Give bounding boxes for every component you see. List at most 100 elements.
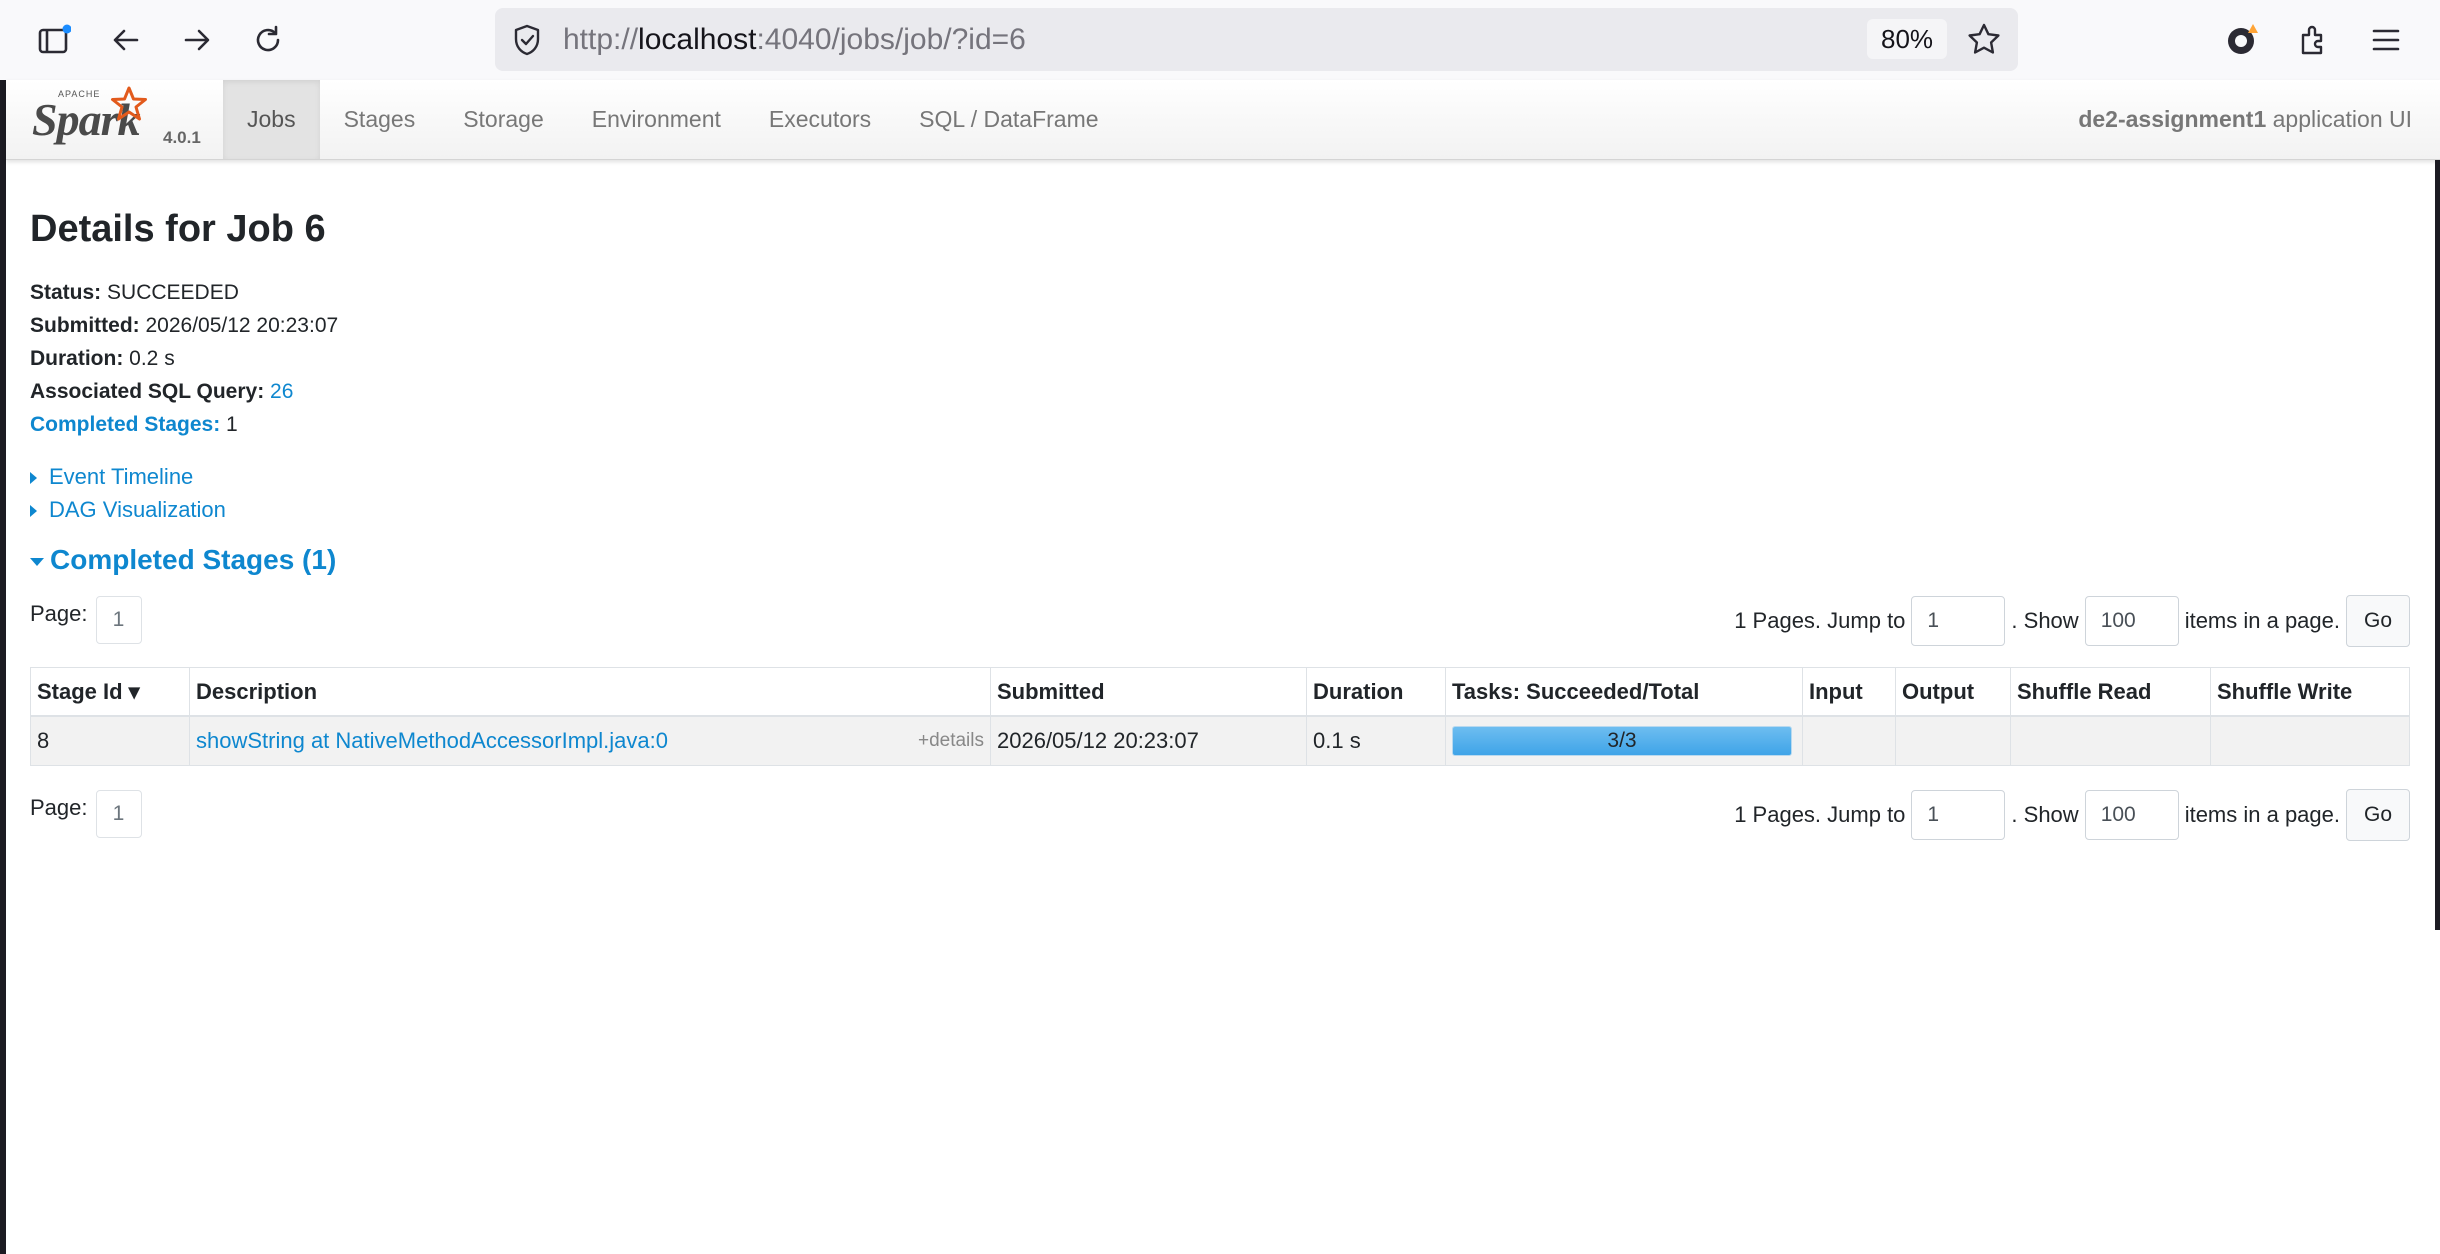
show-text: . Show [2011, 802, 2079, 827]
duration-label: Duration: [30, 347, 124, 370]
completed-stages-table: Stage Id ▾ Description Submitted Duratio… [30, 667, 2410, 766]
page-label: Page: [30, 795, 88, 820]
completed-stages-row: Completed Stages: 1 [30, 408, 338, 441]
duration-value: 0.2 s [129, 347, 175, 370]
sql-query-row: Associated SQL Query: 26 [30, 375, 338, 408]
show-text: . Show [2011, 608, 2079, 633]
sql-query-link[interactable]: 26 [270, 380, 293, 403]
url-path: :4040/jobs/job/?id=6 [756, 23, 1026, 56]
pages-jump-text: 1 Pages. Jump to [1734, 802, 1906, 827]
column-header-shuffle-read[interactable]: Shuffle Read [2010, 667, 2211, 717]
tab-environment[interactable]: Environment [568, 80, 745, 159]
browser-toolbar: http://localhost:4040/jobs/job/?id=6 80% [0, 0, 2440, 80]
url-host: localhost [638, 23, 757, 56]
page-number-button[interactable]: 1 [95, 790, 142, 838]
page-size-form-top: 1 Pages. Jump to 1 . Show 100 items in a… [1734, 595, 2410, 647]
bookmark-star-icon[interactable] [1965, 21, 2003, 59]
page-label: Page: [30, 601, 88, 626]
jump-to-page-input[interactable]: 1 [1911, 790, 2006, 840]
application-suffix: application UI [2272, 106, 2412, 132]
tab-executors[interactable]: Executors [745, 80, 895, 159]
url-text[interactable]: http://localhost:4040/jobs/job/?id=6 [563, 23, 1026, 57]
submitted-row: Submitted: 2026/05/12 20:23:07 [30, 309, 338, 342]
completed-stages-title: Completed Stages (1) [50, 544, 337, 575]
items-in-page-text: items in a page. [2184, 608, 2340, 633]
account-icon[interactable] [2216, 14, 2268, 66]
tasks-cell: 3/3 [1445, 715, 1803, 766]
completed-stages-header[interactable]: Completed Stages (1) [30, 544, 336, 576]
dag-visualization-label: DAG Visualization [49, 497, 226, 522]
page-scrollbar[interactable] [2435, 160, 2440, 930]
description-cell: showString at NativeMethodAccessorImpl.j… [189, 715, 991, 766]
expand-arrow-icon [30, 505, 37, 518]
submitted-label: Submitted: [30, 314, 140, 337]
sidebar-toggle-icon[interactable] [28, 14, 80, 66]
details-toggle[interactable]: +details [918, 730, 984, 752]
submitted-cell: 2026/05/12 20:23:07 [990, 715, 1307, 766]
stage-id-cell: 8 [30, 715, 190, 766]
column-header-description[interactable]: Description [189, 667, 991, 717]
zoom-level-badge[interactable]: 80% [1867, 19, 1948, 59]
collapse-arrow-icon [30, 557, 44, 566]
tasks-progress-text: 3/3 [1607, 729, 1637, 752]
column-header-tasks[interactable]: Tasks: Succeeded/Total [1445, 667, 1803, 717]
reload-icon[interactable] [242, 14, 294, 66]
duration-row: Duration: 0.2 s [30, 342, 338, 375]
page-size-input[interactable]: 100 [2084, 596, 2179, 646]
column-header-shuffle-write[interactable]: Shuffle Write [2210, 667, 2410, 717]
page-number-button[interactable]: 1 [95, 596, 142, 644]
submitted-value: 2026/05/12 20:23:07 [145, 314, 339, 337]
sql-query-label: Associated SQL Query: [30, 380, 265, 403]
event-timeline-label: Event Timeline [49, 464, 194, 489]
shuffle-write-cell [2210, 715, 2410, 766]
column-header-input[interactable]: Input [1802, 667, 1896, 717]
forward-arrow-icon[interactable] [171, 14, 223, 66]
extensions-icon[interactable] [2288, 14, 2340, 66]
table-row: 8 showString at NativeMethodAccessorImpl… [30, 715, 2410, 766]
url-scheme: http:// [563, 23, 639, 56]
column-header-submitted[interactable]: Submitted [990, 667, 1307, 717]
dag-visualization-toggle[interactable]: DAG Visualization [30, 497, 226, 523]
tab-sql-dataframe[interactable]: SQL / DataFrame [895, 80, 1122, 159]
event-timeline-toggle[interactable]: Event Timeline [30, 464, 193, 490]
job-summary: Status: SUCCEEDED Submitted: 2026/05/12 … [30, 276, 338, 441]
nav-tabs: Jobs Stages Storage Environment Executor… [223, 80, 1123, 159]
spark-version: 4.0.1 [163, 128, 201, 147]
go-button[interactable]: Go [2346, 595, 2410, 647]
shield-icon[interactable] [509, 22, 545, 58]
jump-to-page-input[interactable]: 1 [1911, 596, 2006, 646]
tasks-progress-bar: 3/3 [1452, 726, 1792, 756]
table-header-row: Stage Id ▾ Description Submitted Duratio… [30, 667, 2410, 717]
spark-navbar: APACHE Spark 4.0.1 Jobs Stages Storage E… [6, 80, 2440, 160]
completed-stages-count: 1 [226, 413, 238, 436]
tab-stages[interactable]: Stages [320, 80, 440, 159]
pagination-top: Page: 1 [30, 596, 142, 644]
menu-hamburger-icon[interactable] [2360, 14, 2412, 66]
tab-storage[interactable]: Storage [439, 80, 568, 159]
items-in-page-text: items in a page. [2184, 802, 2340, 827]
go-button[interactable]: Go [2346, 789, 2410, 841]
column-header-stage-id[interactable]: Stage Id ▾ [30, 667, 190, 717]
page-size-form-bottom: 1 Pages. Jump to 1 . Show 100 items in a… [1734, 789, 2410, 841]
completed-stages-link[interactable]: Completed Stages: [30, 413, 220, 436]
duration-cell: 0.1 s [1306, 715, 1446, 766]
output-cell [1895, 715, 2011, 766]
window-left-edge [0, 80, 6, 1254]
page-title: Details for Job 6 [30, 208, 326, 250]
status-row: Status: SUCCEEDED [30, 276, 338, 309]
status-value: SUCCEEDED [107, 281, 239, 304]
column-header-duration[interactable]: Duration [1306, 667, 1446, 717]
pages-jump-text: 1 Pages. Jump to [1734, 608, 1906, 633]
application-title: de2-assignment1 application UI [2078, 80, 2412, 159]
stage-description-link[interactable]: showString at NativeMethodAccessorImpl.j… [196, 728, 668, 753]
url-bar[interactable]: http://localhost:4040/jobs/job/?id=6 80% [495, 8, 2018, 71]
shuffle-read-cell [2010, 715, 2211, 766]
tab-jobs[interactable]: Jobs [223, 80, 320, 159]
back-arrow-icon[interactable] [100, 14, 152, 66]
pagination-bottom: Page: 1 [30, 790, 142, 838]
input-cell [1802, 715, 1896, 766]
spark-logo[interactable]: APACHE Spark 4.0.1 [28, 83, 218, 157]
page-size-input[interactable]: 100 [2084, 790, 2179, 840]
expand-arrow-icon [30, 472, 37, 485]
column-header-output[interactable]: Output [1895, 667, 2011, 717]
